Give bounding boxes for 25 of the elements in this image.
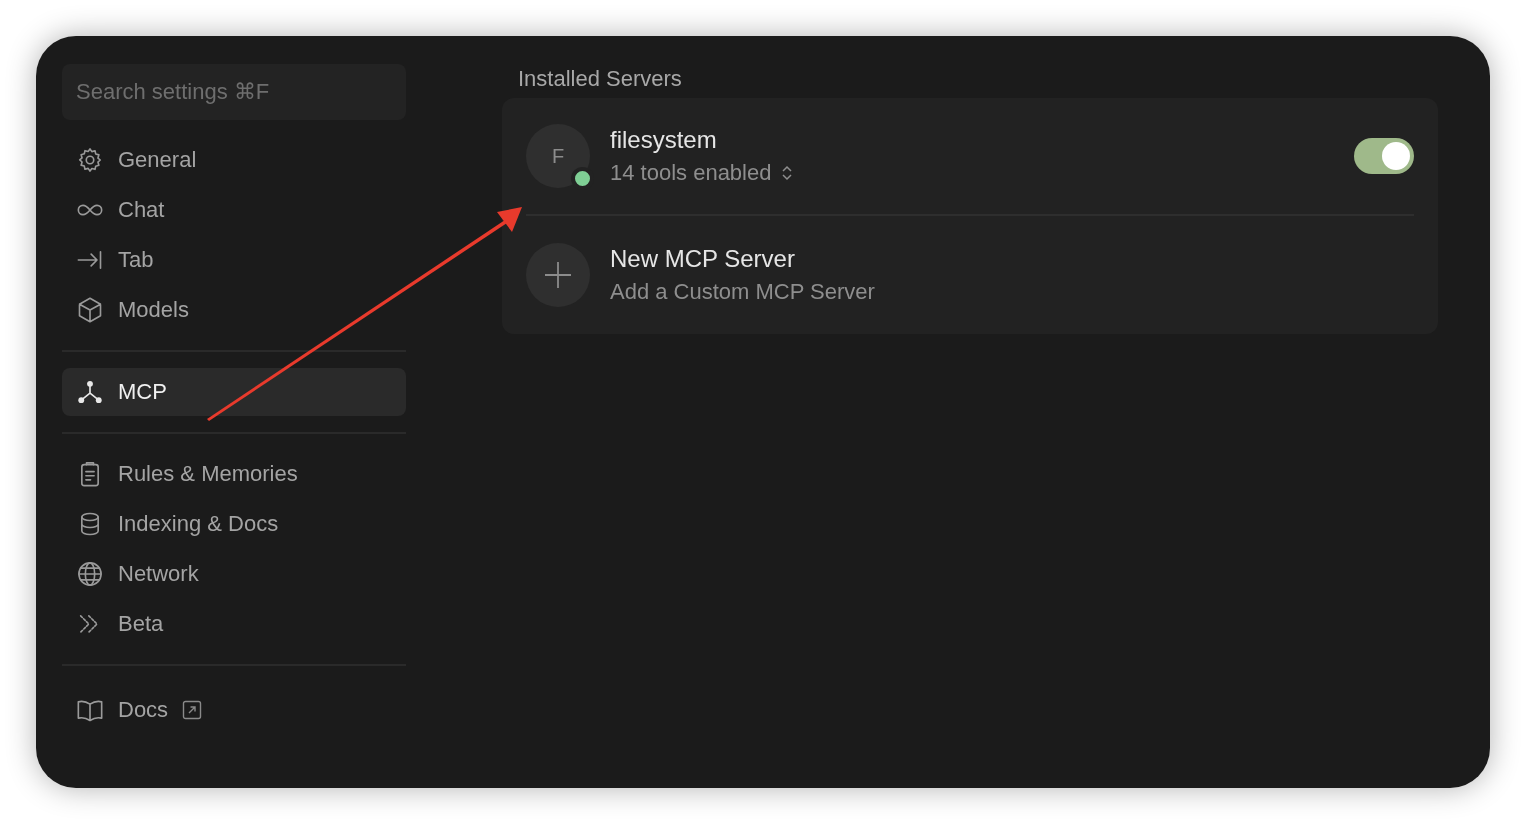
globe-icon [76,560,104,588]
sidebar-item[interactable]: General [62,136,406,184]
sidebar-item[interactable]: Chat [62,186,406,234]
tools-dropdown[interactable]: 14 tools enabled [610,160,794,186]
sidebar-item[interactable]: MCP [62,368,406,416]
server-avatar: F [526,124,590,188]
sidebar-item[interactable]: Tab [62,236,406,284]
sidebar-item[interactable]: Network [62,550,406,598]
sidebar-item[interactable]: Rules & Memories [62,450,406,498]
sidebar-item[interactable]: Models [62,286,406,334]
docs-link[interactable]: Docs [118,697,169,723]
chevron-updown-icon [781,164,794,182]
server-name: filesystem [610,126,718,154]
gear-icon [76,146,104,174]
plus-icon [543,260,573,290]
add-server-subtitle: Add a Custom MCP Server [610,279,876,305]
nodes-icon [76,378,104,406]
server-toggle[interactable] [1354,138,1414,174]
add-server-title: New MCP Server [610,245,796,273]
sidebar-item[interactable]: Beta [62,600,406,648]
external-link-icon [182,700,203,720]
cube-icon [76,296,104,324]
section-title: Installed Servers [517,65,683,93]
search-field[interactable]: Search settings ⌘F [62,64,406,120]
sidebar-item[interactable]: Indexing & Docs [62,500,406,548]
